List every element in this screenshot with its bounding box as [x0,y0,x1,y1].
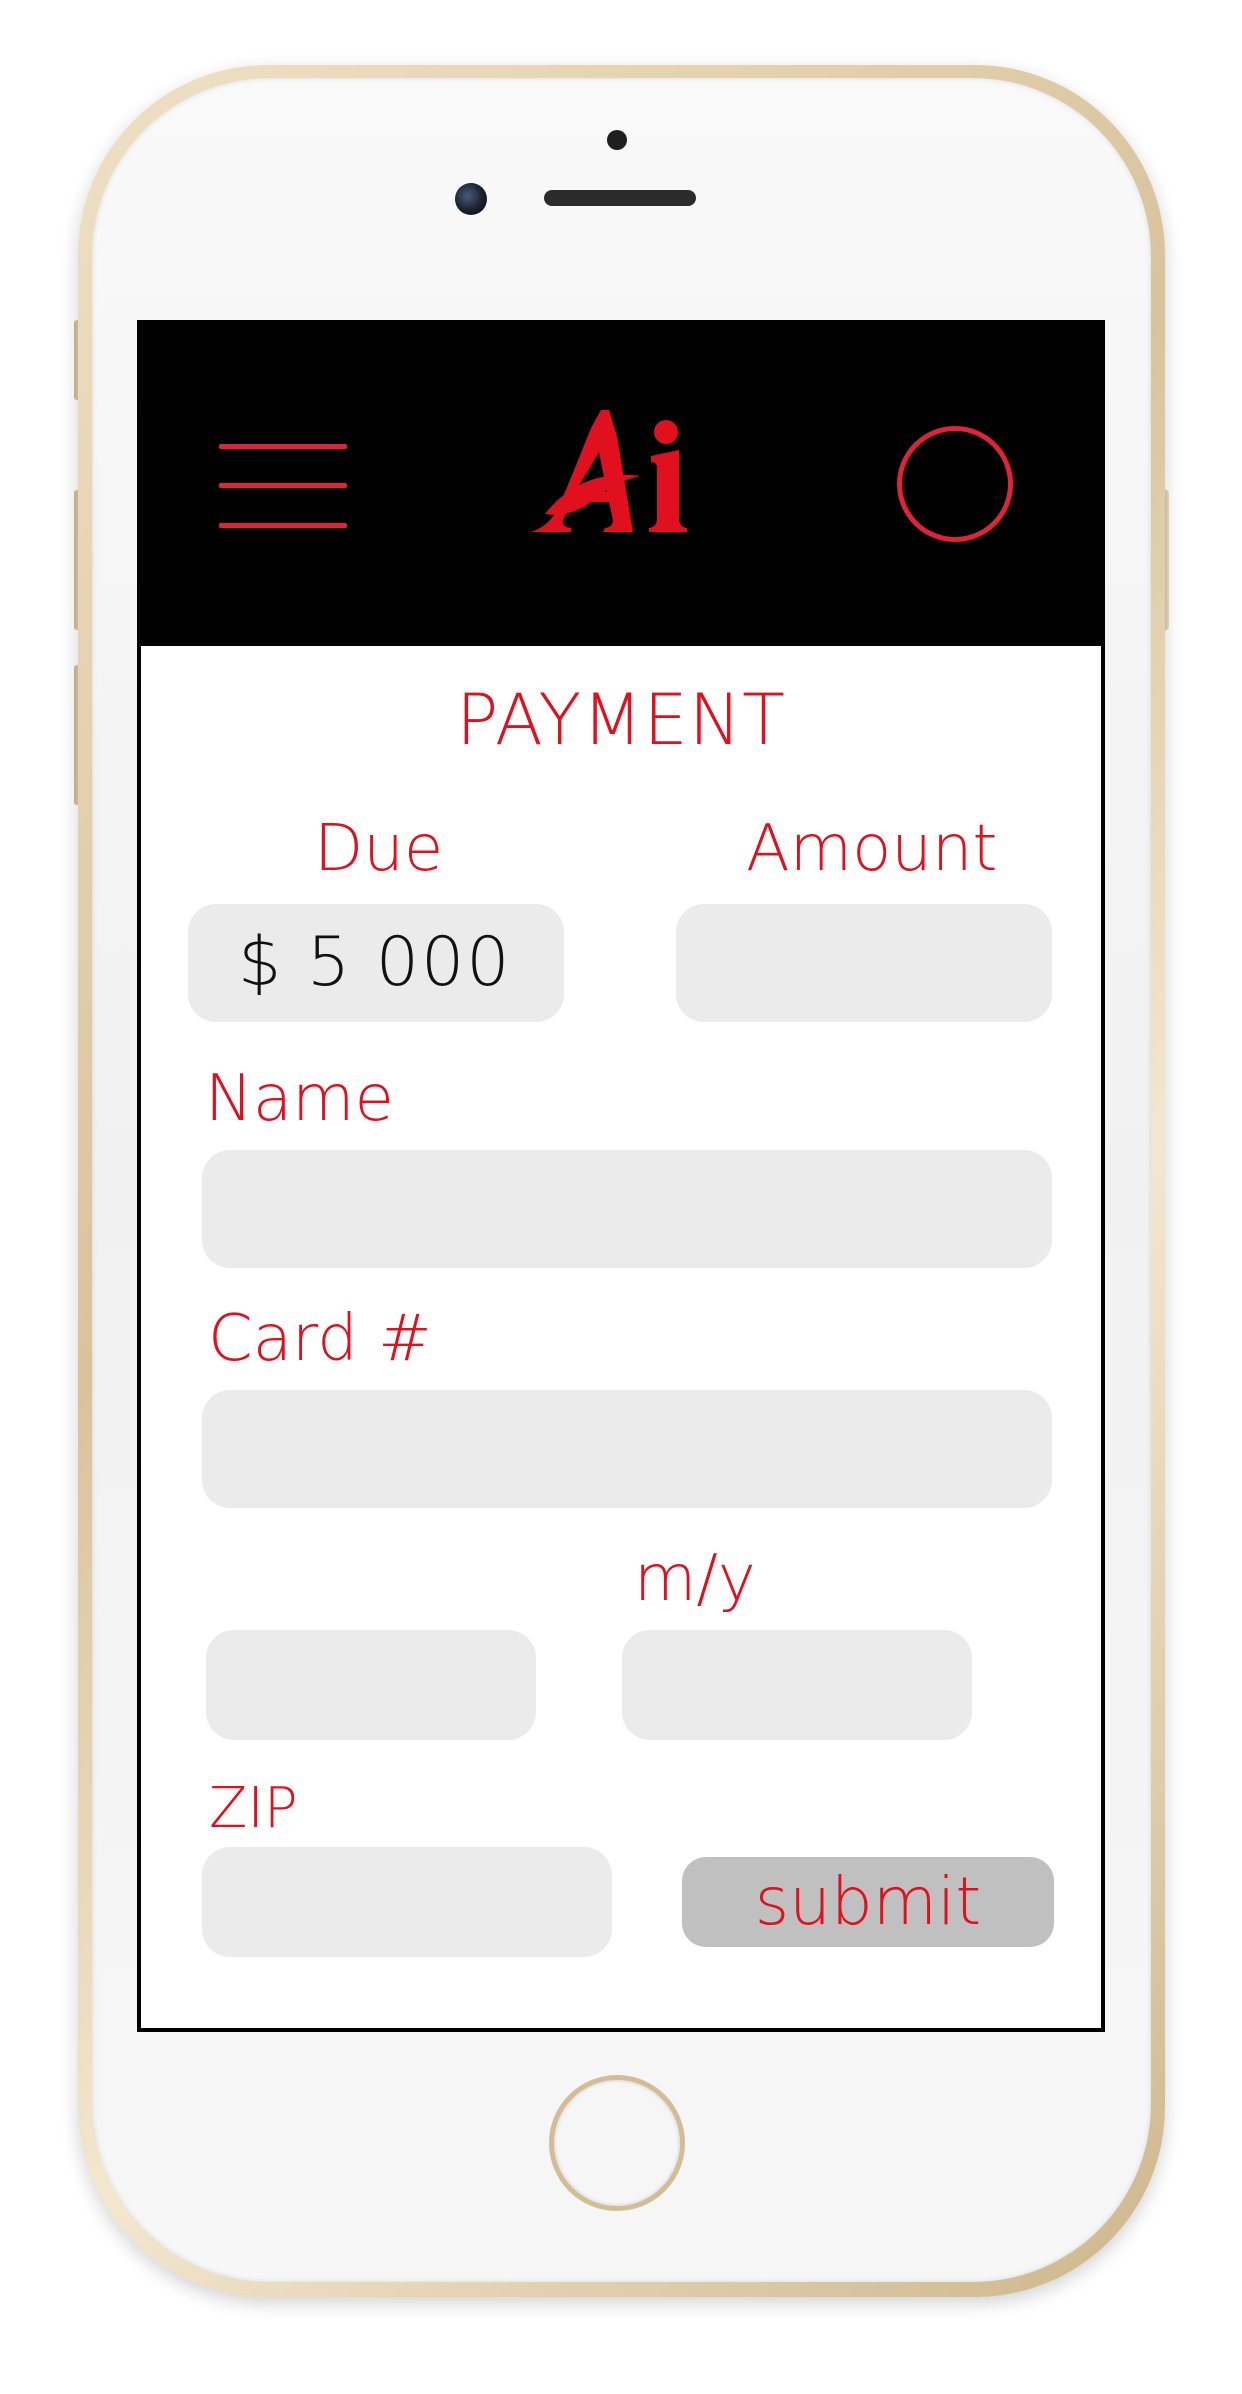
due-label: Due [314,812,444,886]
profile-circle-icon[interactable] [897,426,1013,542]
name-label: Name [205,1062,394,1136]
app-screen: PAYMENT Due Amount $ 5 000 Name Card # m… [137,320,1105,2032]
expiry-label: m/y [634,1542,756,1616]
amount-label: Amount [746,812,998,886]
home-button[interactable] [549,2075,685,2211]
proximity-sensor [607,130,627,150]
earpiece-speaker [544,190,696,206]
card-number-label: Card # [208,1302,432,1376]
zip-input[interactable] [202,1847,612,1957]
page-title: PAYMENT [456,679,786,761]
expiry-input[interactable] [622,1630,972,1740]
name-input[interactable] [202,1150,1052,1268]
device-mockup: PAYMENT Due Amount $ 5 000 Name Card # m… [0,0,1242,2394]
hamburger-menu-icon[interactable] [219,444,347,528]
front-camera [455,183,487,215]
ai-logo [527,410,687,532]
app-header [141,324,1101,646]
card-number-input[interactable] [202,1390,1052,1508]
due-amount-display: $ 5 000 [188,904,564,1022]
amount-input[interactable] [676,904,1052,1022]
card-extra-input[interactable] [206,1630,536,1740]
zip-label: ZIP [209,1776,298,1841]
submit-button[interactable]: submit [682,1857,1054,1947]
